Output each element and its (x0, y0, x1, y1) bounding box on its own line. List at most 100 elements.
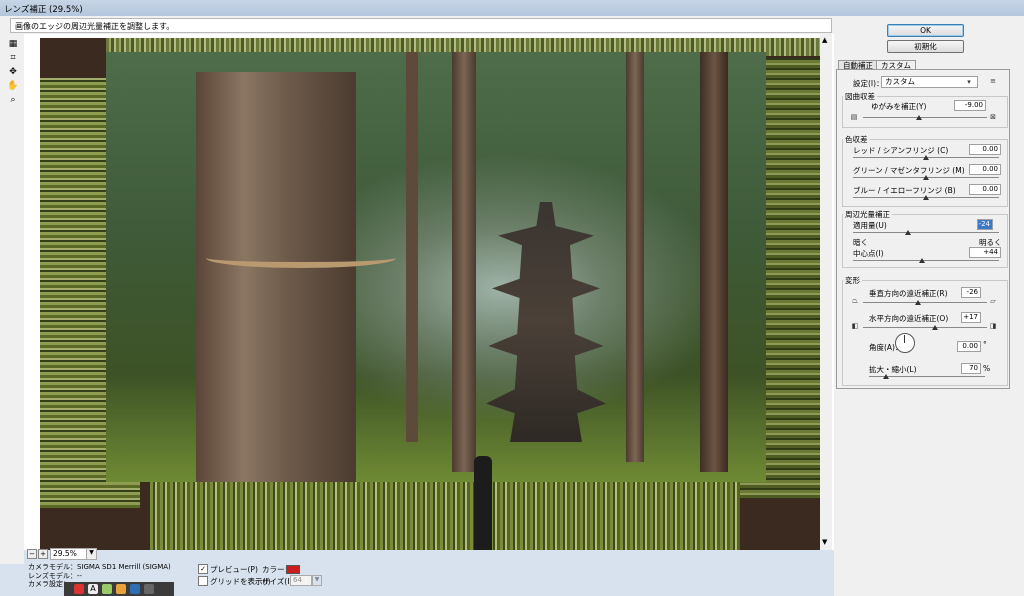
pincushion-icon: ▤ (850, 113, 858, 121)
help-icon[interactable] (130, 584, 140, 594)
lens-model: レンズモデル：-- (28, 571, 82, 580)
scale-slider-thumb[interactable] (883, 374, 890, 379)
settings-label: 設定(I)： (853, 79, 884, 88)
settings-panel: OK 初期化 自動補正 カスタム 設定(I)： カスタム ▾ ≡ 図曲収差 ゆが… (834, 16, 1024, 596)
midpoint-label: 中心点(I) (853, 249, 884, 258)
green-magenta-slider-thumb[interactable] (923, 175, 929, 180)
distortion-slider[interactable] (863, 117, 987, 118)
red-cyan-slider-thumb[interactable] (923, 155, 929, 160)
edge-stretch-bottom (150, 478, 740, 550)
app-icon[interactable] (102, 584, 112, 594)
angle-dial-needle (904, 335, 905, 343)
fence-post (474, 456, 492, 550)
vertical-perspective-slider[interactable] (863, 302, 987, 303)
green-magenta-label: グリーン / マゼンタフリンジ (M) (853, 166, 965, 175)
preview-label: プレビュー(P) (210, 565, 258, 574)
horizontal-perspective-field[interactable]: +17 (961, 312, 981, 323)
size-dropdown-icon[interactable]: ▼ (312, 575, 322, 586)
darker-label: 暗く (853, 238, 868, 247)
tree-trunk (700, 52, 728, 472)
chromatic-header: 色収差 (843, 134, 870, 145)
vignette-amount-label: 適用量(U) (853, 221, 887, 230)
horizontal-perspective-label: 水平方向の遠近補正(O) (869, 314, 949, 323)
color-swatch[interactable] (286, 565, 300, 574)
title-bar: レンズ補正 (29.5%) (0, 0, 1024, 17)
large-cedar-trunk (196, 72, 356, 482)
window-title: レンズ補正 (29.5%) (4, 5, 83, 15)
folder-icon[interactable] (116, 584, 126, 594)
tree-trunk (452, 52, 476, 472)
grid-tool-icon[interactable]: ⌗ (7, 52, 19, 64)
taskbar: A (64, 582, 174, 596)
blue-yellow-label: ブルー / イエローフリンジ (B) (853, 186, 956, 195)
vertical-perspective-label: 垂直方向の遠近補正(R) (869, 289, 948, 298)
tree-trunk (406, 52, 418, 442)
horizontal-perspective-right-icon: ◨ (989, 322, 997, 330)
zoom-dropdown-icon[interactable]: ▼ (86, 548, 97, 560)
scroll-down-icon[interactable]: ▼ (822, 538, 827, 546)
zoom-bar: − + 29.5% ▼ (24, 548, 124, 560)
vertical-perspective-slider-thumb[interactable] (914, 300, 921, 305)
horizontal-perspective-slider[interactable] (863, 327, 987, 328)
horizontal-perspective-left-icon: ◧ (851, 322, 859, 330)
barrel-icon: ⊠ (990, 113, 996, 121)
move-grid-tool-icon[interactable]: ✥ (7, 66, 19, 78)
red-cyan-label: レッド / シアンフリンジ (C) (853, 146, 949, 155)
zoom-out-button[interactable]: − (27, 549, 37, 559)
tree-trunk (626, 52, 644, 462)
distortion-label: ゆがみを補正(Y) (871, 102, 927, 111)
description-box: 画像のエッジの周辺光量補正を調整します。 (10, 18, 832, 33)
reset-button[interactable]: 初期化 (887, 40, 964, 53)
zoom-level-field[interactable]: 29.5% (50, 548, 88, 560)
preview-checkbox[interactable]: ✓ (198, 564, 208, 574)
midpoint-slider-thumb[interactable] (918, 258, 925, 263)
vertical-perspective-field[interactable]: -26 (961, 287, 981, 298)
size-field[interactable]: 64 (290, 575, 312, 586)
red-cyan-field[interactable]: 0.00 (969, 144, 1001, 155)
vertical-scrollbar[interactable]: ▲ ▼ (820, 34, 832, 550)
grid-checkbox[interactable] (198, 576, 208, 586)
hand-tool-icon[interactable]: ✋ (7, 80, 19, 92)
scale-unit: % (983, 364, 991, 373)
midpoint-slider[interactable] (853, 260, 999, 261)
chevron-down-icon[interactable]: ▾ (965, 78, 973, 86)
green-magenta-field[interactable]: 0.00 (969, 164, 1001, 175)
preview-image (40, 38, 826, 550)
vertical-perspective-right-icon: ⏥ (990, 297, 996, 305)
scale-field[interactable]: 70 (961, 363, 981, 374)
camera-model: カメラモデル：SIGMA SD1 Merrill (SIGMA) (28, 563, 171, 571)
horizontal-perspective-slider-thumb[interactable] (931, 325, 938, 330)
vignette-amount-slider-thumb[interactable] (905, 230, 912, 235)
blue-yellow-slider-thumb[interactable] (923, 195, 929, 200)
vertical-perspective-left-icon: ⏢ (852, 297, 858, 305)
lens-correction-tool-icon[interactable]: ▦ (7, 38, 19, 50)
distortion-value-field[interactable]: -9.00 (954, 100, 986, 111)
zoom-tool-icon[interactable]: ⌕ (7, 94, 19, 106)
preview-canvas[interactable] (24, 34, 834, 550)
pagoda (486, 202, 606, 442)
description-text: 画像のエッジの周辺光量補正を調整します。 (15, 22, 175, 31)
forest-scene (106, 52, 766, 482)
distortion-slider-thumb[interactable] (915, 115, 922, 120)
angle-unit: ° (983, 340, 987, 349)
vignette-header: 周辺光量補正 (843, 209, 892, 220)
vignette-amount-field[interactable]: -24 (977, 219, 993, 230)
settings-select[interactable]: カスタム (881, 76, 978, 88)
angle-field[interactable]: 0.00 (957, 341, 981, 352)
scale-label: 拡大・縮小(L) (869, 365, 917, 374)
vignette-amount-slider[interactable] (853, 232, 999, 233)
shimenawa-rope (206, 248, 396, 268)
angle-dial[interactable] (895, 333, 915, 353)
midpoint-field[interactable]: +44 (969, 247, 1001, 258)
tool-strip: ▦ ⌗ ✥ ✋ ⌕ (0, 34, 24, 564)
app-icon[interactable] (74, 584, 84, 594)
settings-menu-icon[interactable]: ≡ (989, 77, 997, 85)
zoom-in-button[interactable]: + (38, 549, 48, 559)
scroll-up-icon[interactable]: ▲ (822, 36, 827, 44)
transform-header: 変形 (843, 275, 862, 286)
blue-yellow-field[interactable]: 0.00 (969, 184, 1001, 195)
ok-button[interactable]: OK (887, 24, 964, 37)
custom-tab-content: 設定(I)： カスタム ▾ ≡ 図曲収差 ゆがみを補正(Y) -9.00 ▤ ⊠… (836, 69, 1010, 389)
ime-icon[interactable]: A (88, 584, 98, 594)
tray-icon[interactable] (144, 584, 154, 594)
